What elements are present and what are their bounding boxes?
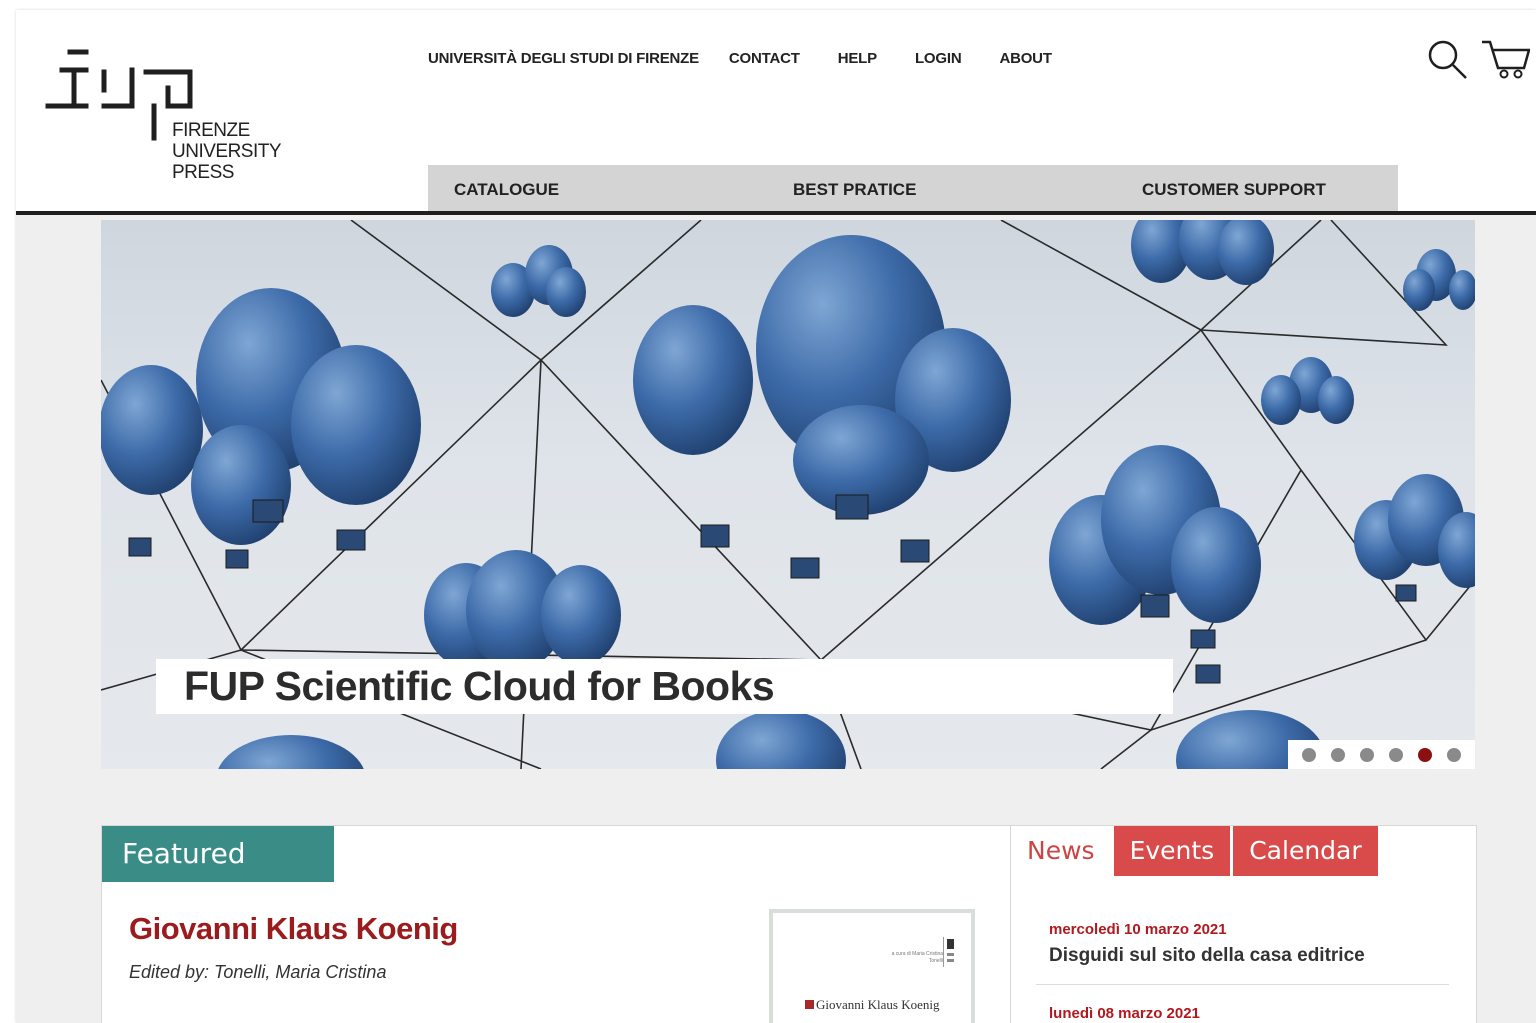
cover-editor-note: a cura di Maria Cristina Tonelli [891, 951, 943, 964]
slider-dot-2[interactable] [1330, 747, 1345, 762]
book-cover-image[interactable]: a cura di Maria Cristina Tonelli Giovann… [769, 909, 975, 1023]
slider-dot-4[interactable] [1389, 747, 1404, 762]
news-divider [1036, 984, 1449, 985]
logo-line-university: UNIVERSITY [172, 141, 282, 162]
header-icons [1426, 38, 1531, 85]
tab-news[interactable]: News [1011, 826, 1111, 876]
cover-publisher-logo [943, 937, 955, 967]
cart-icon[interactable] [1480, 38, 1531, 85]
topnav-login-link[interactable]: LOGIN [915, 50, 962, 67]
hero-slider[interactable]: FUP Scientific Cloud for Books [101, 220, 1475, 769]
featured-books-tab[interactable]: Featured books [102, 826, 334, 926]
hero-caption[interactable]: FUP Scientific Cloud for Books [156, 659, 1173, 714]
search-icon[interactable] [1426, 38, 1468, 85]
news-item-2[interactable]: lunedì 08 marzo 2021 [1049, 1005, 1200, 1022]
news-panel: News Events Calendar mercoledì 10 marzo … [1010, 826, 1478, 1023]
logo-line-firenze: FIRENZE [172, 120, 250, 141]
slider-dot-6[interactable] [1447, 747, 1462, 762]
content-section: Featured books Giovanni Klaus Koenig Edi… [101, 825, 1477, 1023]
logo-line-press: PRESS [172, 162, 234, 183]
mainnav-best-practice[interactable]: BEST PRATICE [793, 180, 916, 200]
logo-wordmark: FIRENZE UNIVERSITY PRESS [172, 120, 282, 183]
topnav-contact-link[interactable]: CONTACT [729, 50, 800, 67]
news-headline[interactable]: Disguidi sul sito della casa editrice [1049, 945, 1365, 967]
news-item-1[interactable]: mercoledì 10 marzo 2021 Disguidi sul sit… [1049, 921, 1365, 967]
book-editor: Edited by: Tonelli, Maria Cristina [129, 962, 387, 982]
slider-dots [1288, 740, 1475, 769]
topnav-about-link[interactable]: ABOUT [999, 50, 1052, 67]
topnav-university-link[interactable]: UNIVERSITÀ DEGLI STUDI DI FIRENZE [428, 50, 699, 67]
book-title-link[interactable]: Giovanni Klaus Koenig [129, 911, 458, 947]
mainnav-customer-support[interactable]: CUSTOMER SUPPORT [1142, 180, 1326, 200]
page: FIRENZE UNIVERSITY PRESS UNIVERSITÀ DEGL… [16, 10, 1536, 1023]
news-tabs: News Events Calendar [1011, 826, 1381, 876]
cover-red-square [805, 1000, 814, 1009]
fup-logo[interactable]: FIRENZE UNIVERSITY PRESS [42, 42, 302, 192]
cover-title: Giovanni Klaus Koenig [805, 997, 940, 1012]
mainnav-catalogue[interactable]: CATALOGUE [454, 180, 559, 200]
cover-title-text: Giovanni Klaus Koenig [816, 997, 940, 1012]
slider-dot-1[interactable] [1301, 747, 1316, 762]
tab-events[interactable]: Events [1113, 826, 1231, 876]
news-date: mercoledì 10 marzo 2021 [1049, 921, 1227, 938]
topnav-help-link[interactable]: HELP [838, 50, 877, 67]
tab-calendar[interactable]: Calendar [1233, 826, 1378, 876]
slider-dot-5-active[interactable] [1418, 747, 1433, 762]
site-header: FIRENZE UNIVERSITY PRESS UNIVERSITÀ DEGL… [16, 10, 1536, 215]
main-nav: CATALOGUE BEST PRATICE CUSTOMER SUPPORT [428, 165, 1398, 211]
news-date: lunedì 08 marzo 2021 [1049, 1005, 1200, 1022]
top-nav: UNIVERSITÀ DEGLI STUDI DI FIRENZE CONTAC… [428, 50, 1090, 67]
slider-dot-3[interactable] [1359, 747, 1374, 762]
